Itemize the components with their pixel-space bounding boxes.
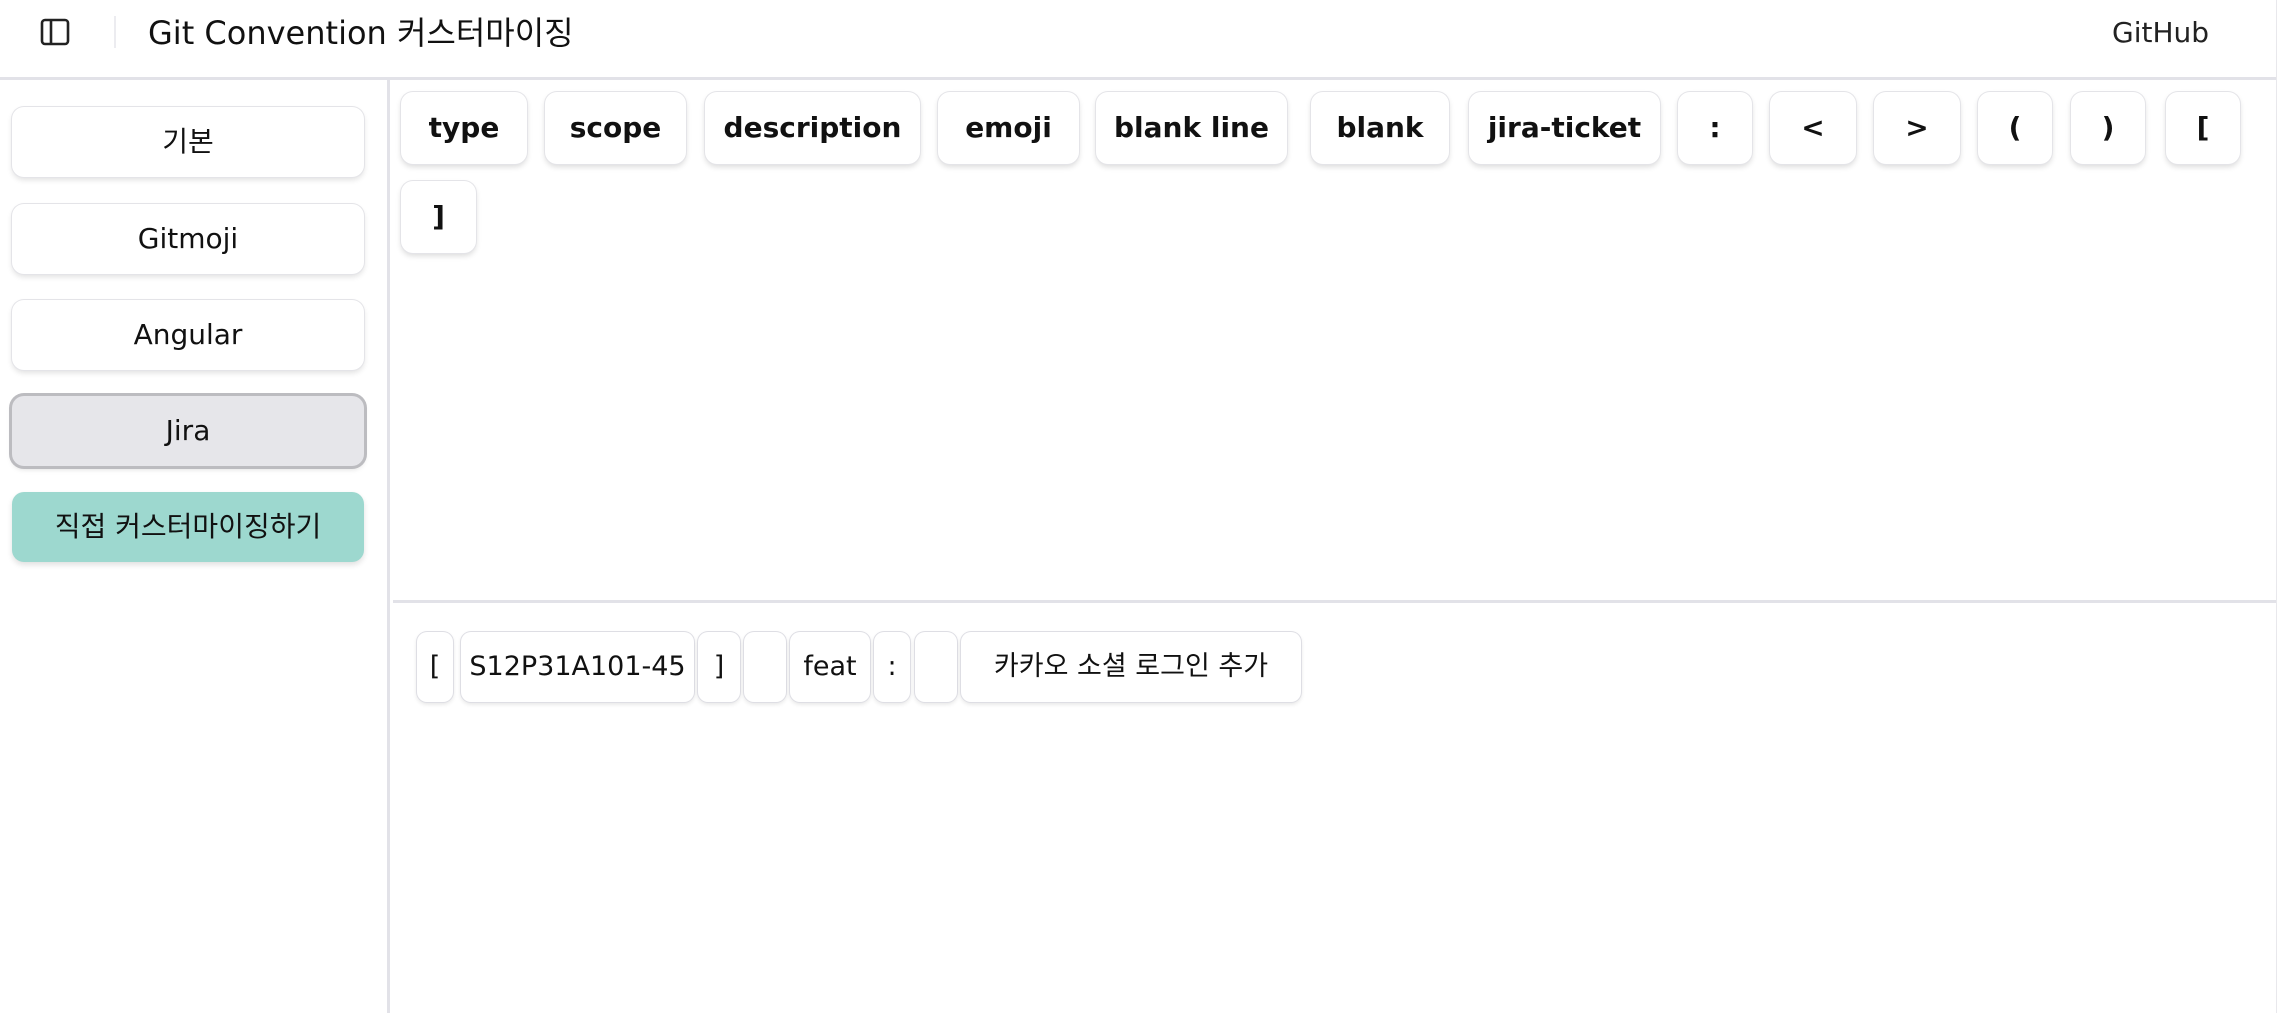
- commit-preview: [ S12P31A101-45 ] feat : 카카오 소셜 로그인 추가: [393, 606, 2276, 1013]
- sidebar-item-angular[interactable]: Angular: [12, 300, 364, 370]
- sidebar-item-jira[interactable]: Jira: [12, 396, 364, 466]
- sidebar-panel-icon[interactable]: [40, 18, 72, 48]
- token-less-than[interactable]: <: [1770, 92, 1856, 164]
- custom-convention-button[interactable]: 직접 커스터마이징하기: [12, 492, 364, 562]
- sidebar-item-basic[interactable]: 기본: [12, 107, 364, 177]
- preview-chip[interactable]: feat: [790, 632, 870, 702]
- top-bar: Git Convention 커스터마이징 GitHub: [0, 0, 2276, 80]
- preview-chip[interactable]: 카카오 소셜 로그인 추가: [961, 632, 1301, 702]
- header-divider: [114, 16, 116, 48]
- preview-chip-blank[interactable]: [744, 632, 786, 702]
- page-title: Git Convention 커스터마이징: [148, 14, 574, 52]
- token-greater-than[interactable]: >: [1874, 92, 1960, 164]
- token-type[interactable]: type: [401, 92, 527, 164]
- preview-chip[interactable]: [: [417, 632, 453, 702]
- preview-chip-blank[interactable]: [915, 632, 957, 702]
- preview-chip[interactable]: ]: [698, 632, 740, 702]
- token-colon[interactable]: :: [1678, 92, 1752, 164]
- preview-chip[interactable]: :: [874, 632, 910, 702]
- token-open-bracket[interactable]: [: [2166, 92, 2240, 164]
- window-scrollbar[interactable]: [2276, 0, 2290, 1013]
- token-scope[interactable]: scope: [545, 92, 686, 164]
- github-link[interactable]: GitHub: [2112, 12, 2209, 54]
- token-blank-line[interactable]: blank line: [1096, 92, 1287, 164]
- token-emoji[interactable]: emoji: [938, 92, 1079, 164]
- app-root: Git Convention 커스터마이징 GitHub 기본 Gitmoji …: [0, 0, 2290, 1013]
- token-jira-ticket[interactable]: jira-ticket: [1469, 92, 1660, 164]
- preview-chip[interactable]: S12P31A101-45: [461, 632, 694, 702]
- sidebar: 기본 Gitmoji Angular Jira 직접 커스터마이징하기: [0, 80, 390, 1013]
- token-blank[interactable]: blank: [1311, 92, 1449, 164]
- token-description[interactable]: description: [705, 92, 920, 164]
- token-close-bracket[interactable]: ]: [401, 181, 476, 253]
- token-open-paren[interactable]: (: [1978, 92, 2052, 164]
- token-close-paren[interactable]: ): [2071, 92, 2145, 164]
- token-palette: type scope description emoji blank line …: [393, 80, 2276, 603]
- sidebar-item-gitmoji[interactable]: Gitmoji: [12, 204, 364, 274]
